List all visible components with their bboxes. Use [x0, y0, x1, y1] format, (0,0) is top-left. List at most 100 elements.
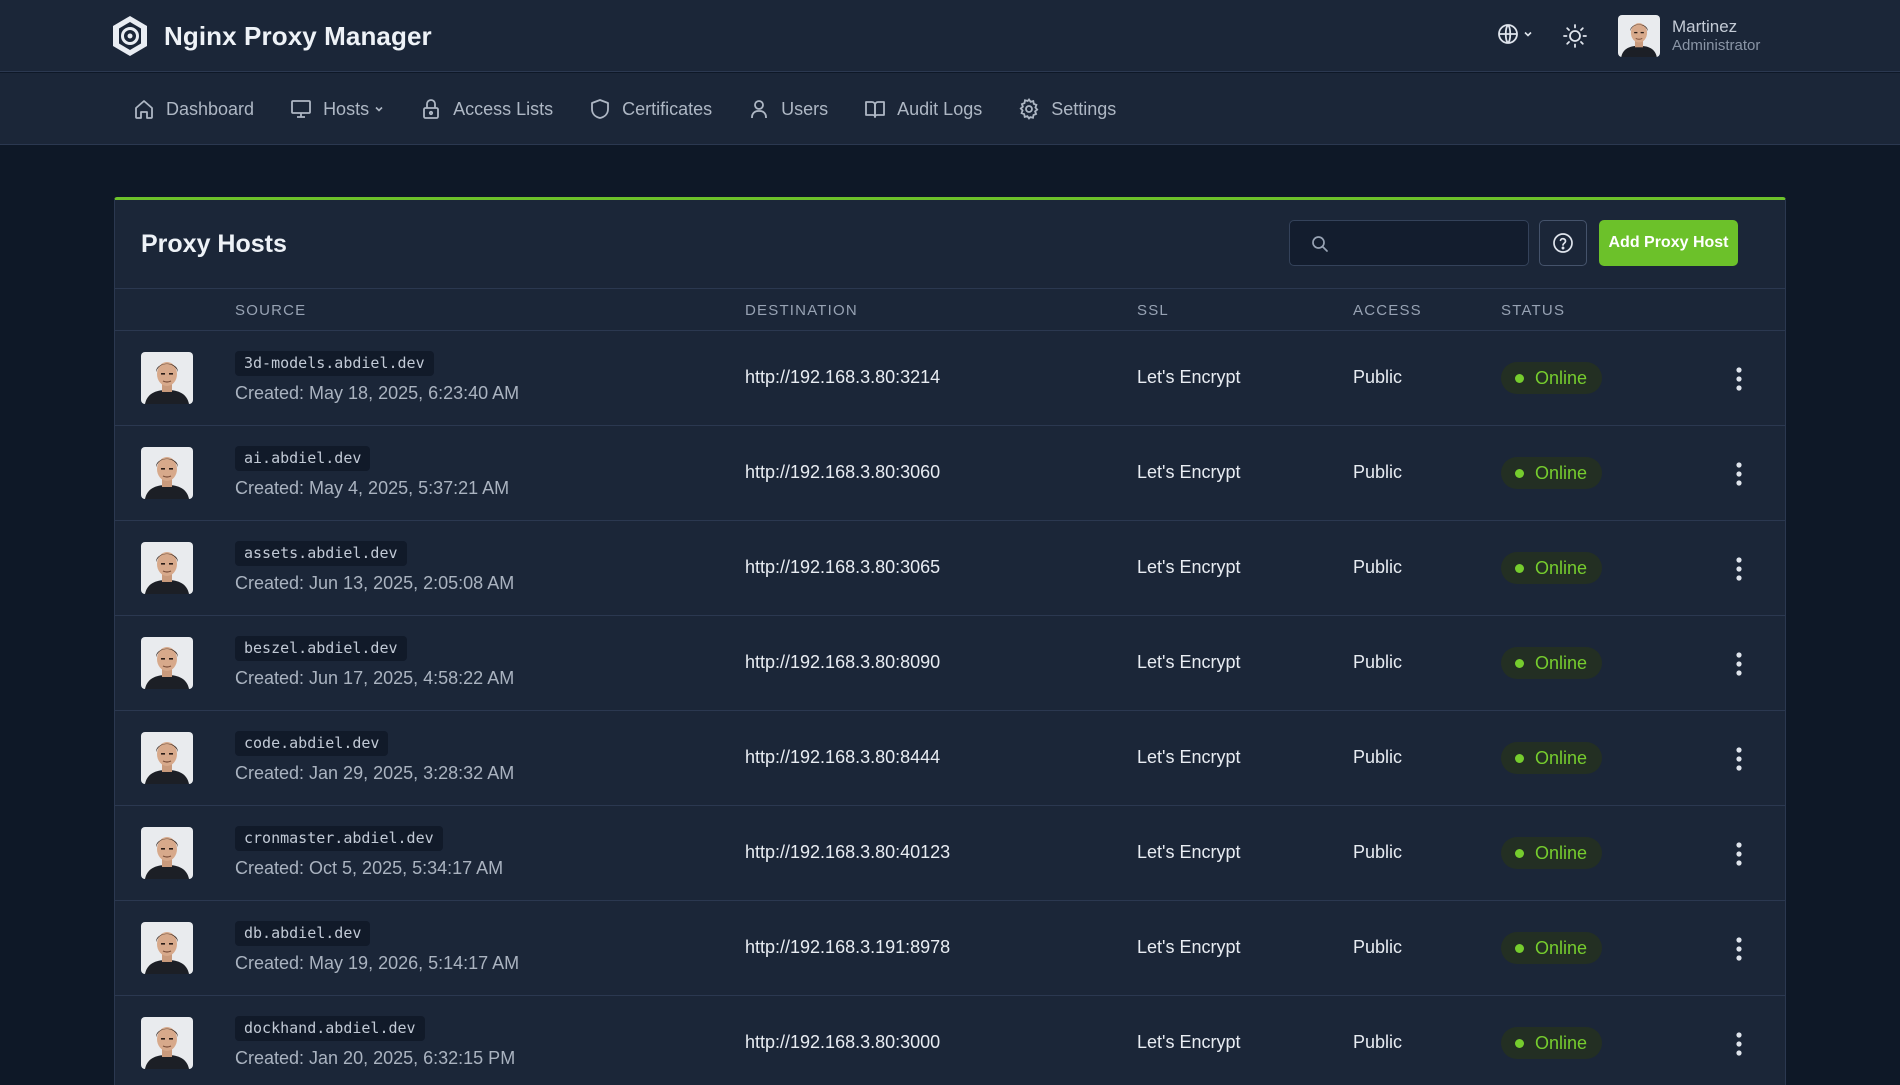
language-selector[interactable] [1496, 22, 1533, 46]
table-row: db.abdiel.dev Created: May 19, 2026, 5:1… [115, 901, 1785, 996]
host-created: Created: Oct 5, 2025, 5:34:17 AM [235, 858, 504, 878]
host-domain[interactable]: db.abdiel.dev [235, 921, 371, 946]
status-label: Online [1535, 557, 1588, 578]
nav-item-settings[interactable]: Settings [1017, 97, 1116, 121]
owner-avatar [141, 922, 193, 974]
status-label: Online [1535, 1032, 1588, 1053]
status-label: Online [1535, 842, 1588, 863]
host-domain[interactable]: beszel.abdiel.dev [235, 636, 407, 661]
table-row: dockhand.abdiel.dev Created: Jan 20, 202… [115, 996, 1785, 1085]
nav-label-audit-logs: Audit Logs [897, 98, 983, 119]
status-badge: Online [1501, 457, 1603, 489]
column-header-ssl[interactable]: SSL [1137, 302, 1169, 319]
status-badge: Online [1501, 837, 1603, 869]
host-domain[interactable]: ai.abdiel.dev [235, 446, 371, 471]
host-destination: http://192.168.3.80:3060 [745, 462, 941, 482]
nav-item-access-lists[interactable]: Access Lists [419, 97, 553, 121]
main-nav: Dashboard Hosts Access Lists Certificate… [0, 73, 1900, 145]
host-ssl: Let's Encrypt [1137, 937, 1241, 957]
host-domain[interactable]: assets.abdiel.dev [235, 541, 407, 566]
more-vertical-icon[interactable] [1733, 744, 1745, 774]
nav-list: Dashboard Hosts Access Lists Certificate… [132, 73, 1151, 145]
nav-item-certificates[interactable]: Certificates [588, 97, 712, 121]
page-title: Proxy Hosts [141, 230, 287, 258]
host-created: Created: Jan 20, 2025, 6:32:15 PM [235, 1048, 516, 1068]
globe-icon [1498, 24, 1518, 44]
more-vertical-icon[interactable] [1733, 364, 1745, 394]
host-destination: http://192.168.3.80:3065 [745, 557, 941, 577]
status-dot-icon [1515, 753, 1524, 763]
status-badge: Online [1501, 1027, 1603, 1059]
host-access: Public [1353, 462, 1403, 482]
status-badge: Online [1501, 742, 1603, 774]
more-vertical-icon[interactable] [1733, 934, 1745, 964]
status-label: Online [1535, 937, 1588, 958]
nav-item-audit-logs[interactable]: Audit Logs [863, 97, 982, 121]
column-header-access[interactable]: ACCESS [1353, 302, 1422, 319]
avatar [1618, 15, 1660, 57]
theme-toggle[interactable] [1561, 22, 1589, 55]
status-badge: Online [1501, 647, 1603, 679]
column-header-source[interactable]: SOURCE [235, 302, 306, 319]
proxy-hosts-card: Proxy Hosts Add Proxy Host SOURCE DESTIN… [114, 197, 1786, 1085]
add-proxy-host-button[interactable]: Add Proxy Host [1599, 220, 1738, 266]
status-label: Online [1535, 747, 1588, 768]
host-access: Public [1353, 652, 1403, 672]
nav-item-users[interactable]: Users [747, 97, 828, 121]
user-role: Administrator [1672, 37, 1761, 55]
search-box[interactable] [1289, 220, 1529, 266]
search-input[interactable] [1340, 229, 1520, 257]
host-destination: http://192.168.3.80:3000 [745, 1032, 941, 1052]
table-row: ai.abdiel.dev Created: May 4, 2025, 5:37… [115, 426, 1785, 521]
column-header-destination[interactable]: DESTINATION [745, 302, 858, 319]
host-domain[interactable]: cronmaster.abdiel.dev [235, 826, 443, 851]
host-ssl: Let's Encrypt [1137, 652, 1241, 672]
host-destination: http://192.168.3.80:3214 [745, 367, 941, 387]
host-ssl: Let's Encrypt [1137, 1032, 1241, 1052]
status-dot-icon [1515, 848, 1524, 858]
table-row: 3d-models.abdiel.dev Created: May 18, 20… [115, 331, 1785, 426]
monitor-icon [291, 100, 311, 118]
host-destination: http://192.168.3.80:40123 [745, 842, 951, 862]
host-ssl: Let's Encrypt [1137, 367, 1241, 387]
more-vertical-icon[interactable] [1733, 839, 1745, 869]
host-destination: http://192.168.3.80:8444 [745, 747, 941, 767]
owner-avatar [141, 352, 193, 404]
host-domain[interactable]: code.abdiel.dev [235, 731, 389, 756]
proxy-host-list: 3d-models.abdiel.dev Created: May 18, 20… [115, 331, 1785, 1085]
column-header-status[interactable]: STATUS [1501, 302, 1565, 319]
user-icon [751, 100, 768, 118]
user-name: Martinez [1672, 17, 1738, 36]
host-created: Created: May 19, 2026, 5:14:17 AM [235, 953, 520, 973]
gear-icon [1019, 98, 1039, 120]
book-icon [865, 101, 886, 118]
status-badge: Online [1501, 362, 1603, 394]
host-access: Public [1353, 842, 1403, 862]
status-dot-icon [1515, 943, 1524, 953]
more-vertical-icon[interactable] [1733, 649, 1745, 679]
status-label: Online [1535, 652, 1588, 673]
status-badge: Online [1501, 932, 1603, 964]
status-dot-icon [1515, 1038, 1524, 1048]
nav-label-users: Users [781, 98, 829, 119]
shield-icon [591, 99, 610, 119]
nav-item-hosts[interactable]: Hosts [289, 97, 384, 121]
user-info: Martinez Administrator [1672, 16, 1760, 56]
nav-label-dashboard: Dashboard [166, 98, 255, 119]
host-destination: http://192.168.3.191:8978 [745, 937, 951, 957]
nav-label-certificates: Certificates [622, 98, 713, 119]
user-menu[interactable]: Martinez Administrator [1618, 15, 1760, 57]
nav-label-access-lists: Access Lists [453, 98, 554, 119]
home-icon [135, 100, 153, 119]
more-vertical-icon[interactable] [1733, 1029, 1745, 1059]
host-domain[interactable]: 3d-models.abdiel.dev [235, 351, 434, 376]
table-header: SOURCE DESTINATION SSL ACCESS STATUS [115, 289, 1785, 331]
host-domain[interactable]: dockhand.abdiel.dev [235, 1016, 425, 1041]
help-button[interactable] [1539, 220, 1587, 266]
more-vertical-icon[interactable] [1733, 459, 1745, 489]
more-vertical-icon[interactable] [1733, 554, 1745, 584]
nav-item-dashboard[interactable]: Dashboard [132, 97, 254, 121]
host-created: Created: Jun 17, 2025, 4:58:22 AM [235, 668, 515, 688]
owner-avatar [141, 637, 193, 689]
brand[interactable]: Nginx Proxy Manager [110, 14, 432, 58]
